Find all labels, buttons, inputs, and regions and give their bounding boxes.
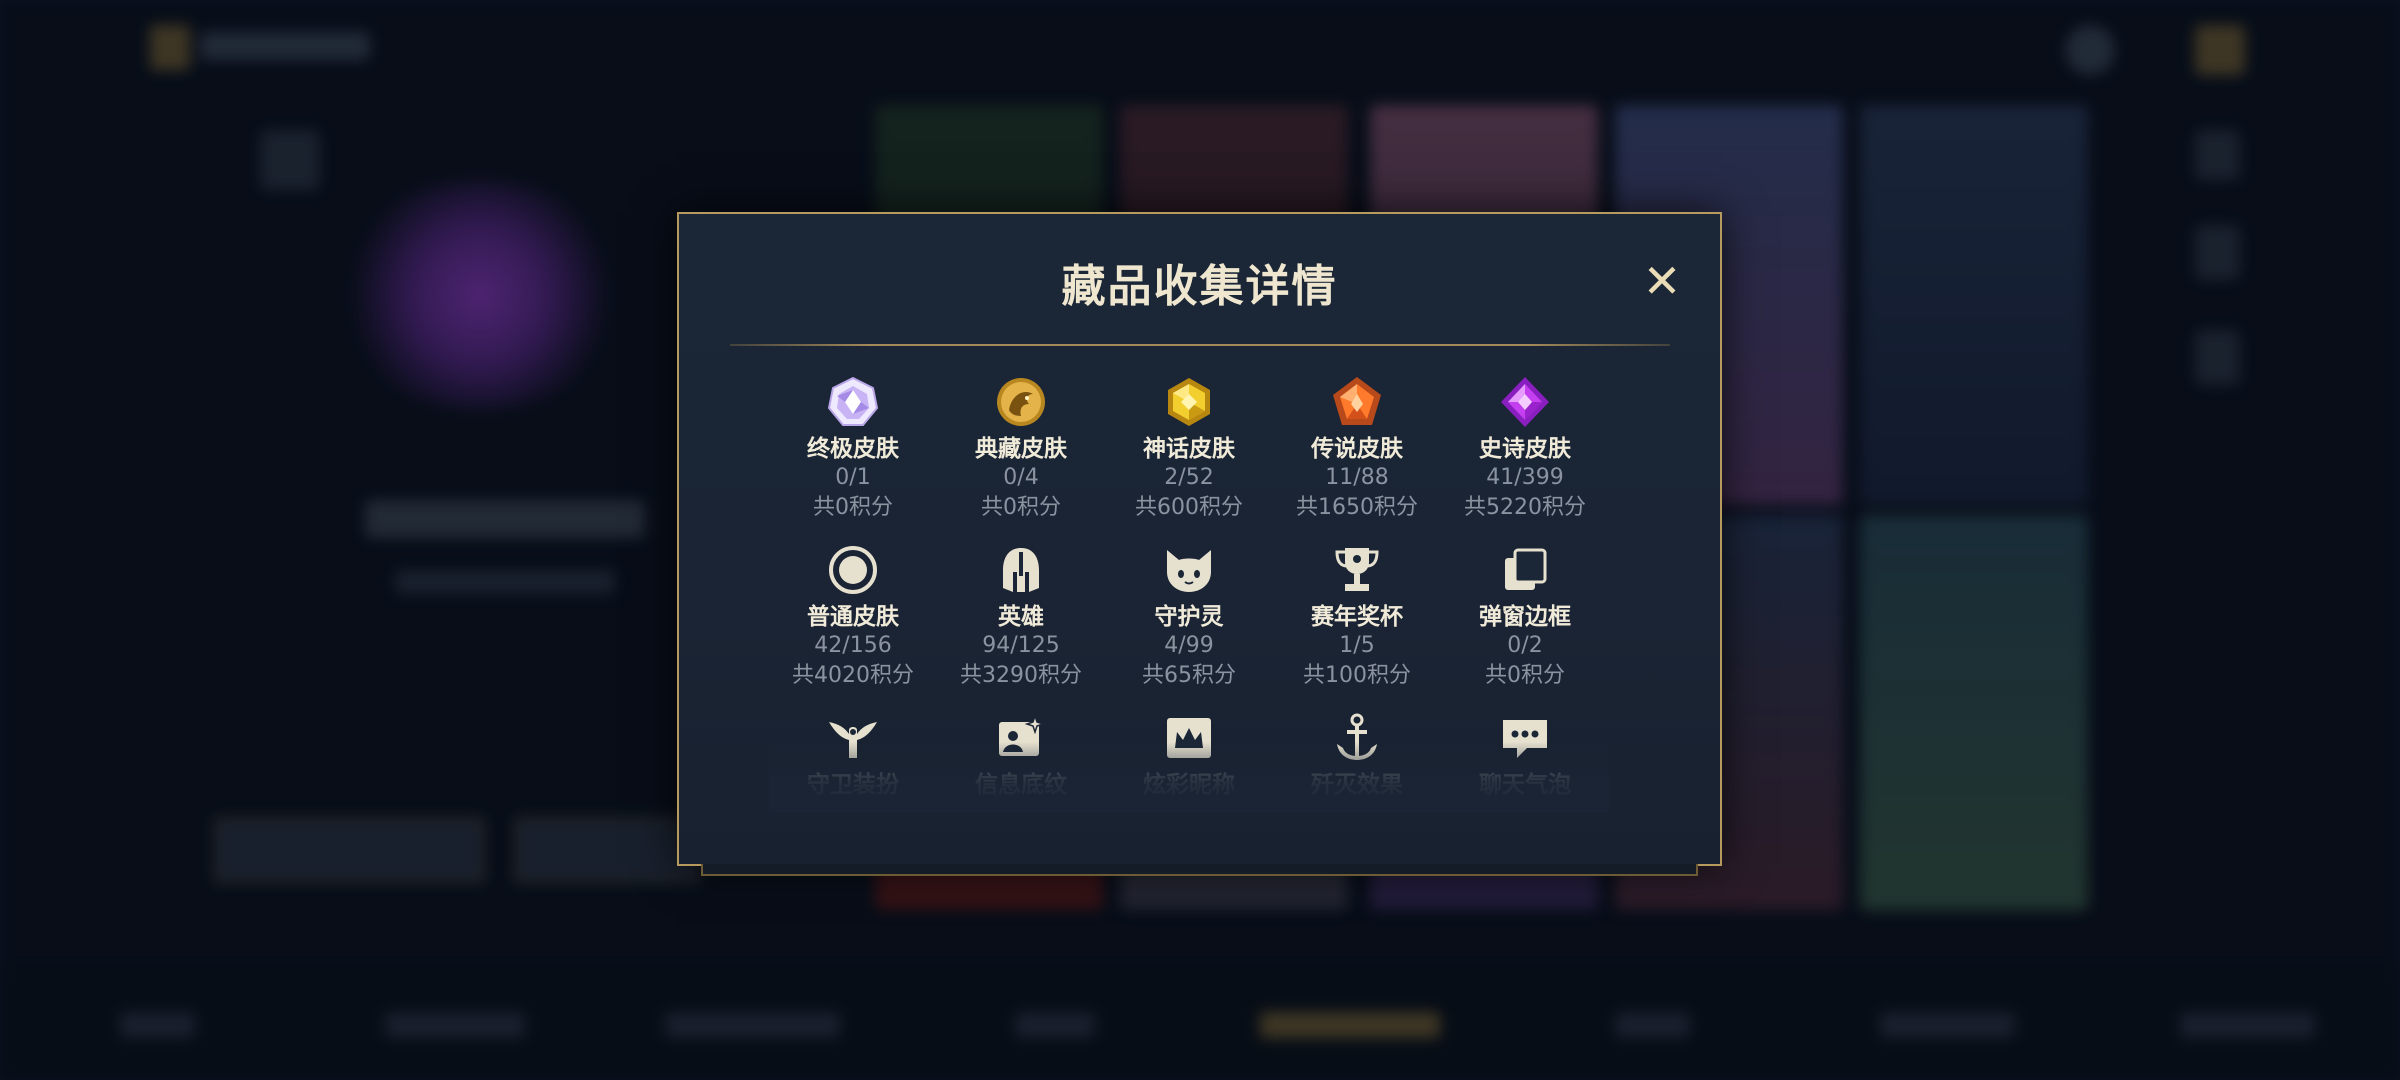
guardian-spirit-icon xyxy=(1161,542,1217,598)
category-item[interactable]: 英雄 94/125 共3290积分 xyxy=(937,542,1105,691)
category-item[interactable]: 终极皮肤 0/1 共0积分 xyxy=(769,374,937,523)
category-name: 守卫装扮 xyxy=(807,772,899,798)
category-name: 聊天气泡 xyxy=(1479,772,1571,798)
colorful-nickname-icon xyxy=(1161,710,1217,766)
category-item[interactable]: 信息底纹 xyxy=(937,710,1105,799)
category-count: 0/4 xyxy=(1003,465,1039,490)
category-name: 英雄 xyxy=(998,604,1044,630)
category-item[interactable]: 聊天气泡 xyxy=(1441,710,1609,799)
category-points: 共0积分 xyxy=(813,495,893,520)
category-item[interactable]: 典藏皮肤 0/4 共0积分 xyxy=(937,374,1105,523)
category-item[interactable]: 神话皮肤 2/52 共600积分 xyxy=(1105,374,1273,523)
modal-bottom-lip xyxy=(701,864,1698,876)
category-item[interactable]: 歼灭效果 xyxy=(1273,710,1441,799)
category-name: 史诗皮肤 xyxy=(1479,436,1571,462)
epic-skin-icon xyxy=(1497,374,1553,430)
category-item[interactable]: 史诗皮肤 41/399 共5220积分 xyxy=(1441,374,1609,523)
category-name: 歼灭效果 xyxy=(1311,772,1403,798)
category-count: 2/52 xyxy=(1164,465,1214,490)
category-count: 1/5 xyxy=(1339,633,1375,658)
category-item[interactable]: 守卫装扮 xyxy=(769,710,937,799)
category-name: 神话皮肤 xyxy=(1143,436,1235,462)
category-name: 炫彩昵称 xyxy=(1143,772,1235,798)
category-count: 94/125 xyxy=(982,633,1060,658)
category-points: 共65积分 xyxy=(1142,663,1236,688)
category-count: 0/1 xyxy=(835,465,871,490)
category-points: 共100积分 xyxy=(1303,663,1411,688)
modal-title: 藏品收集详情 xyxy=(1061,261,1338,312)
category-count: 42/156 xyxy=(814,633,892,658)
close-icon: ✕ xyxy=(1642,254,1682,308)
category-name: 弹窗边框 xyxy=(1479,604,1571,630)
chat-bubble-icon xyxy=(1497,710,1553,766)
mythic-skin-icon xyxy=(1161,374,1217,430)
category-count: 41/399 xyxy=(1486,465,1564,490)
category-name: 普通皮肤 xyxy=(807,604,899,630)
legendary-skin-icon xyxy=(1329,374,1385,430)
category-item[interactable]: 普通皮肤 42/156 共4020积分 xyxy=(769,542,937,691)
close-button[interactable]: ✕ xyxy=(1639,258,1685,304)
collector-skin-icon xyxy=(993,374,1049,430)
category-points: 共0积分 xyxy=(1485,663,1565,688)
category-grid[interactable]: 终极皮肤 0/1 共0积分 典藏皮肤 0/4 共0积分 神话皮肤 2/52 共600积分 传说皮肤… xyxy=(769,374,1609,812)
ultimate-skin-icon xyxy=(825,374,881,430)
collection-details-modal: 藏品收集详情 ✕ 终极皮肤 0/1 共0积分 典藏皮肤 0/4 共0积分 神话皮肤 2/52 共… xyxy=(677,212,1722,876)
category-name: 终极皮肤 xyxy=(807,436,899,462)
category-item[interactable]: 传说皮肤 11/88 共1650积分 xyxy=(1273,374,1441,523)
category-item[interactable]: 守护灵 4/99 共65积分 xyxy=(1105,542,1273,691)
category-item[interactable]: 炫彩昵称 xyxy=(1105,710,1273,799)
category-item[interactable]: 赛年奖杯 1/5 共100积分 xyxy=(1273,542,1441,691)
normal-skin-icon xyxy=(825,542,881,598)
category-points: 共3290积分 xyxy=(960,663,1082,688)
category-item[interactable]: 弹窗边框 0/2 共0积分 xyxy=(1441,542,1609,691)
category-name: 守护灵 xyxy=(1154,604,1224,630)
title-divider xyxy=(730,344,1670,346)
category-count: 4/99 xyxy=(1164,633,1214,658)
category-name: 典藏皮肤 xyxy=(975,436,1067,462)
category-points: 共1650积分 xyxy=(1296,495,1418,520)
popup-frame-icon xyxy=(1497,542,1553,598)
category-count: 11/88 xyxy=(1325,465,1389,490)
category-name: 传说皮肤 xyxy=(1311,436,1403,462)
category-name: 赛年奖杯 xyxy=(1311,604,1403,630)
ward-skin-icon xyxy=(825,710,881,766)
hero-helmet-icon xyxy=(993,542,1049,598)
category-points: 共0积分 xyxy=(981,495,1061,520)
trophy-icon xyxy=(1329,542,1385,598)
category-name: 信息底纹 xyxy=(975,772,1067,798)
category-points: 共5220积分 xyxy=(1464,495,1586,520)
category-count: 0/2 xyxy=(1507,633,1543,658)
profile-background-icon xyxy=(993,710,1049,766)
category-points: 共600积分 xyxy=(1135,495,1243,520)
elimination-effect-icon xyxy=(1329,710,1385,766)
category-points: 共4020积分 xyxy=(792,663,914,688)
